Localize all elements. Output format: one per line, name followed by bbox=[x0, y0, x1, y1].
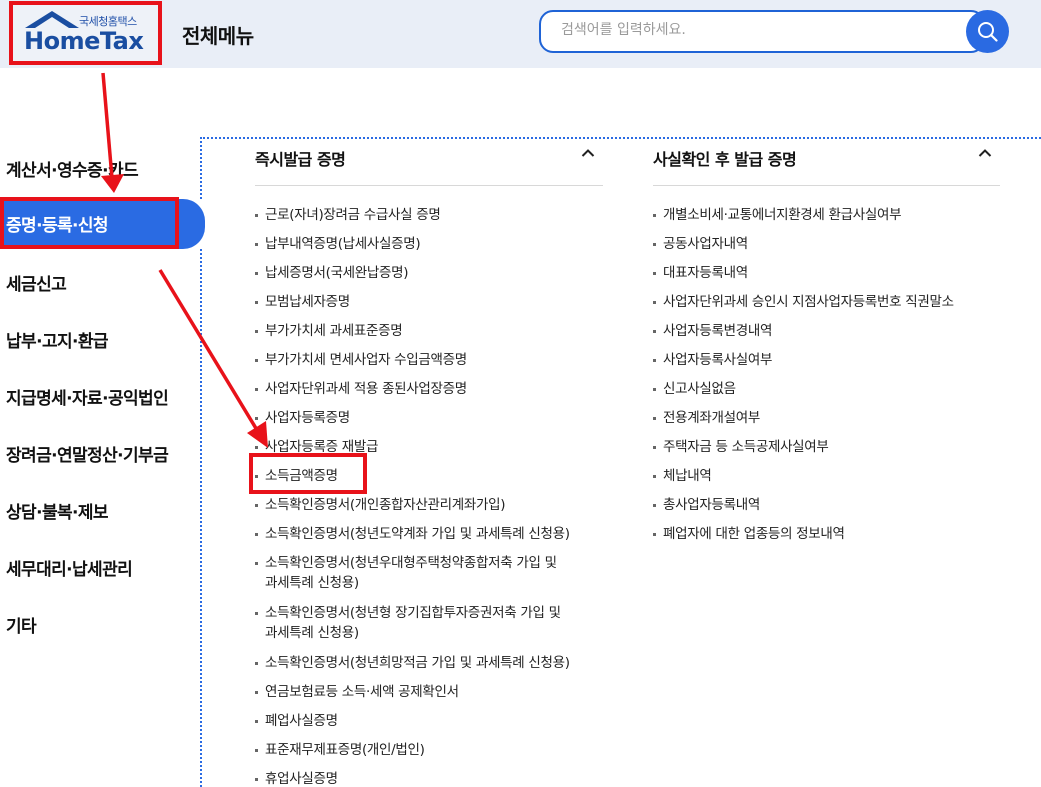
sidebar-item-statements[interactable]: 지급명세·자료·공익법인 bbox=[6, 384, 169, 409]
chevron-up-icon[interactable] bbox=[978, 148, 992, 158]
list-item[interactable]: 부가가치세 면세사업자 수입금액증명 bbox=[255, 350, 615, 379]
list-item[interactable]: 연금보험료등 소득·세액 공제확인서 bbox=[255, 682, 615, 711]
list-item[interactable]: 폐업자에 대한 업종등의 정보내역 bbox=[653, 524, 1033, 553]
search-button[interactable] bbox=[966, 10, 1009, 53]
list-item[interactable]: 휴업사실증명 bbox=[255, 769, 615, 787]
list-item[interactable]: 소득확인증명서(청년희망적금 가입 및 과세특례 신청용) bbox=[255, 653, 615, 682]
hometax-logo[interactable]: 국세청홈택스 HomeTax bbox=[9, 1, 162, 65]
list-item[interactable]: 전용계좌개설여부 bbox=[653, 408, 1033, 437]
sidebar-item-invoices[interactable]: 계산서·영수증·카드 bbox=[6, 156, 139, 181]
list-item[interactable]: 소득확인증명서(청년우대형주택청약종합저축 가입 및 과세특례 신청용) bbox=[255, 553, 615, 603]
instant-cert-list: 근로(자녀)장려금 수급사실 증명 납부내역증명(납세사실증명) 납세증명서(국… bbox=[255, 205, 615, 787]
list-item[interactable]: 주택자금 등 소득공제사실여부 bbox=[653, 437, 1033, 466]
sidebar-item-payment[interactable]: 납부·고지·환급 bbox=[6, 327, 109, 352]
list-item[interactable]: 대표자등록내역 bbox=[653, 263, 1033, 292]
chevron-up-icon[interactable] bbox=[581, 148, 595, 158]
list-item[interactable]: 소득확인증명서(청년형 장기집합투자증권저축 가입 및 과세특례 신청용) bbox=[255, 603, 615, 653]
sidebar-item-tax-filing[interactable]: 세금신고 bbox=[6, 270, 67, 295]
arrow-line bbox=[158, 269, 259, 431]
section-title-instant: 즉시발급 증명 bbox=[255, 150, 346, 169]
list-item[interactable]: 사업자등록사실여부 bbox=[653, 350, 1033, 379]
nav-highlight-box bbox=[0, 197, 179, 249]
panel-border bbox=[200, 249, 202, 787]
search-input[interactable] bbox=[561, 22, 941, 38]
search-icon bbox=[978, 22, 998, 42]
list-item[interactable]: 소득확인증명서(청년도약계좌 가입 및 과세특례 신청용) bbox=[255, 524, 615, 553]
list-item[interactable]: 체납내역 bbox=[653, 466, 1033, 495]
list-item[interactable]: 공동사업자내역 bbox=[653, 234, 1033, 263]
list-item[interactable]: 납부내역증명(납세사실증명) bbox=[255, 234, 615, 263]
item-highlight-box bbox=[249, 453, 367, 494]
list-item[interactable]: 사업자단위과세 승인시 지점사업자등록번호 직권말소 bbox=[653, 292, 1033, 321]
sidebar-item-consultation[interactable]: 상담·불복·제보 bbox=[6, 498, 109, 523]
list-item[interactable]: 표준재무제표증명(개인/법인) bbox=[255, 740, 615, 769]
sidebar-item-etc[interactable]: 기타 bbox=[6, 612, 37, 637]
list-item[interactable]: 사업자단위과세 적용 종된사업장증명 bbox=[255, 379, 615, 408]
section-divider bbox=[653, 185, 1000, 186]
top-header: 국세청홈택스 HomeTax 전체메뉴 bbox=[0, 0, 1041, 68]
list-item[interactable]: 납세증명서(국세완납증명) bbox=[255, 263, 615, 292]
panel-border bbox=[200, 137, 202, 199]
section-title-verified: 사실확인 후 발급 증명 bbox=[653, 150, 797, 169]
sidebar-item-incentives[interactable]: 장려금·연말정산·기부금 bbox=[6, 441, 169, 466]
list-item[interactable]: 근로(자녀)장려금 수급사실 증명 bbox=[255, 205, 615, 234]
list-item[interactable]: 사업자등록변경내역 bbox=[653, 321, 1033, 350]
list-item[interactable]: 총사업자등록내역 bbox=[653, 495, 1033, 524]
list-item[interactable]: 소득확인증명서(개인종합자산관리계좌가입) bbox=[255, 495, 615, 524]
search-box bbox=[539, 10, 985, 53]
list-item[interactable]: 부가가치세 과세표준증명 bbox=[255, 321, 615, 350]
list-item[interactable]: 폐업사실증명 bbox=[255, 711, 615, 740]
panel-border bbox=[200, 137, 1041, 139]
sidebar-item-tax-agent[interactable]: 세무대리·납세관리 bbox=[6, 555, 133, 580]
list-item[interactable]: 개별소비세·교통에너지환경세 환급사실여부 bbox=[653, 205, 1033, 234]
list-item[interactable]: 신고사실없음 bbox=[653, 379, 1033, 408]
logo-wordmark: HomeTax bbox=[24, 27, 144, 55]
verified-cert-list: 개별소비세·교통에너지환경세 환급사실여부 공동사업자내역 대표자등록내역 사업… bbox=[653, 205, 1033, 553]
section-divider bbox=[255, 185, 603, 186]
list-item[interactable]: 모범납세자증명 bbox=[255, 292, 615, 321]
list-item[interactable]: 사업자등록증명 bbox=[255, 408, 615, 437]
page-title: 전체메뉴 bbox=[182, 24, 254, 48]
